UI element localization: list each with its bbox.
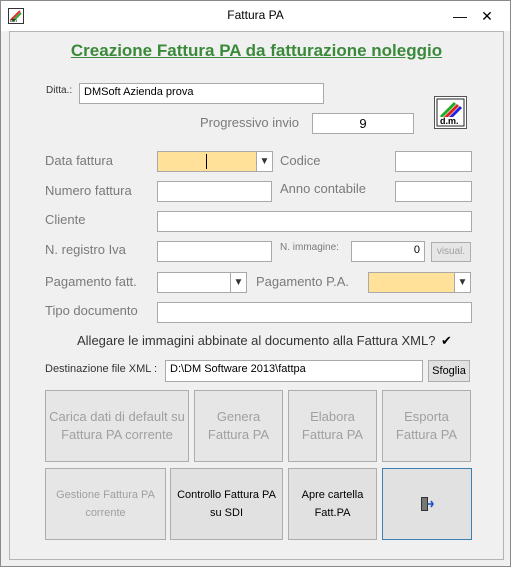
- ditta-field[interactable]: DMSoft Azienda prova: [79, 83, 324, 104]
- data-fattura-dropdown[interactable]: ▼: [157, 151, 273, 172]
- genera-button[interactable]: Genera Fattura PA: [194, 390, 283, 462]
- anno-contabile-label: Anno contabile: [280, 181, 367, 196]
- registro-iva-field[interactable]: [157, 241, 272, 262]
- allegare-checkbox[interactable]: ✔: [441, 334, 454, 347]
- cliente-label: Cliente: [45, 212, 86, 227]
- ditta-label: Ditta.:: [46, 85, 73, 96]
- controllo-sdi-button[interactable]: Controllo Fattura PA su SDI: [170, 468, 283, 540]
- exit-button[interactable]: [382, 468, 472, 540]
- form-panel: Creazione Fattura PA da fatturazione nol…: [9, 31, 504, 560]
- tipo-documento-label: Tipo documento: [45, 303, 138, 318]
- visual-button[interactable]: visual.: [431, 242, 471, 262]
- minimize-button[interactable]: —: [447, 4, 473, 28]
- chevron-down-icon[interactable]: ▼: [230, 273, 246, 292]
- numero-fattura-label: Numero fattura: [45, 183, 132, 198]
- exit-door-icon: [421, 497, 434, 511]
- apre-cartella-button[interactable]: Apre cartella Fatt.PA: [288, 468, 377, 540]
- gestione-button[interactable]: Gestione Fattura PA corrente: [45, 468, 166, 540]
- data-fattura-label: Data fattura: [45, 153, 113, 168]
- page-title: Creazione Fattura PA da fatturazione nol…: [70, 41, 443, 60]
- numero-fattura-field[interactable]: [157, 181, 272, 202]
- text-caret: [206, 154, 207, 169]
- pagamento-pa-dropdown[interactable]: ▼: [368, 272, 471, 293]
- dm-logo-text: d.m.: [440, 116, 459, 126]
- tipo-documento-field[interactable]: [157, 302, 472, 323]
- title-bar[interactable]: dm Fattura PA — ✕: [1, 1, 510, 31]
- anno-contabile-field[interactable]: [395, 181, 472, 202]
- chevron-down-icon[interactable]: ▼: [454, 273, 470, 292]
- destinazione-field[interactable]: D:\DM Software 2013\fattpa: [165, 360, 423, 382]
- close-button[interactable]: ✕: [474, 4, 500, 28]
- n-immagine-field[interactable]: 0: [351, 241, 425, 262]
- pagamento-fatt-dropdown[interactable]: ▼: [157, 272, 247, 293]
- allegare-label: Allegare le immagini abbinate al documen…: [77, 333, 436, 348]
- carica-button[interactable]: Carica dati di default su Fattura PA cor…: [45, 390, 189, 462]
- registro-iva-label: N. registro Iva: [45, 242, 126, 257]
- cliente-field[interactable]: [157, 211, 472, 232]
- pagamento-pa-label: Pagamento P.A.: [256, 274, 349, 289]
- dm-logo-button[interactable]: d.m.: [434, 96, 467, 129]
- pagamento-fatt-label: Pagamento fatt.: [45, 274, 137, 289]
- codice-label: Codice: [280, 153, 321, 168]
- n-immagine-label: N. immagine:: [280, 242, 339, 253]
- esporta-button[interactable]: Esporta Fattura PA: [382, 390, 471, 462]
- fattura-pa-window: dm Fattura PA — ✕ Creazione Fattura PA d…: [0, 0, 511, 567]
- progressivo-label: Progressivo invio: [200, 115, 299, 130]
- progressivo-field[interactable]: 9: [312, 113, 414, 134]
- window-title: Fattura PA: [227, 8, 284, 22]
- elabora-button[interactable]: Elabora Fattura PA: [288, 390, 377, 462]
- chevron-down-icon[interactable]: ▼: [256, 152, 272, 171]
- destinazione-label: Destinazione file XML :: [45, 363, 158, 375]
- codice-field[interactable]: [395, 151, 472, 172]
- sfoglia-button[interactable]: Sfoglia: [428, 360, 470, 382]
